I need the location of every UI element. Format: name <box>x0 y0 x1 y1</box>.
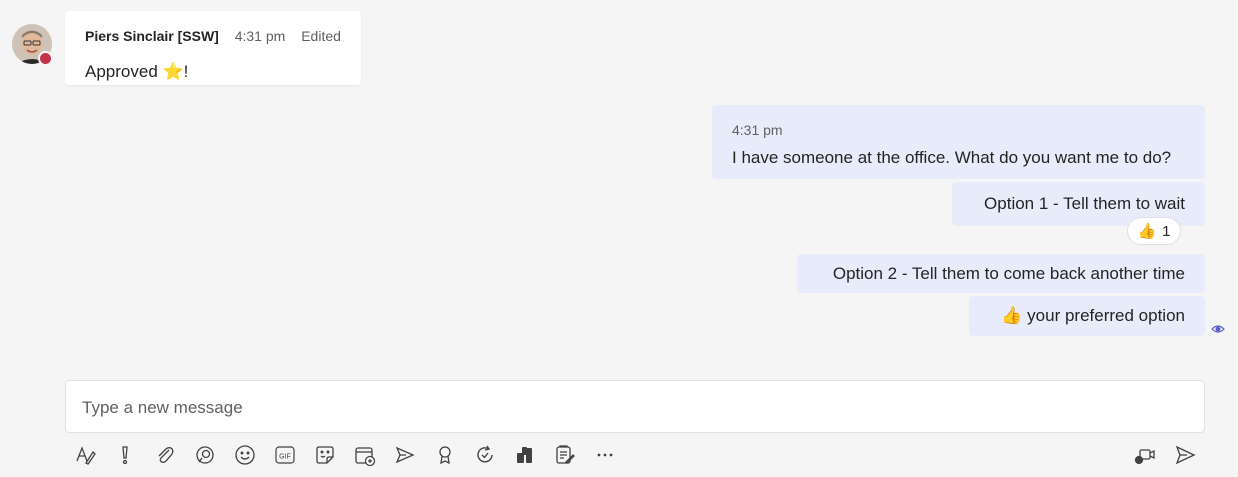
schedule-meeting-icon[interactable] <box>354 444 376 466</box>
stream-icon[interactable] <box>394 444 416 466</box>
format-icon[interactable] <box>74 444 96 466</box>
sender-name[interactable]: Piers Sinclair [SSW] <box>85 28 219 44</box>
thumbs-up-icon: 👍 <box>1137 223 1157 240</box>
gif-icon[interactable]: GIF <box>274 444 296 466</box>
message-text: Option 2 - Tell them to come back anothe… <box>832 263 1185 283</box>
svg-text:GIF: GIF <box>279 454 291 461</box>
message-text: 👍 your preferred option <box>1001 306 1185 325</box>
outgoing-message[interactable]: 👍 your preferred option <box>969 296 1205 336</box>
approvals-icon[interactable] <box>554 444 576 466</box>
outgoing-message[interactable]: 4:31 pm I have someone at the office. Wh… <box>712 105 1205 179</box>
incoming-message[interactable]: Piers Sinclair [SSW] 4:31 pm Edited Appr… <box>65 11 361 85</box>
outgoing-message[interactable]: Option 2 - Tell them to come back anothe… <box>797 254 1205 293</box>
loop-icon[interactable] <box>194 444 216 466</box>
message-meta: Piers Sinclair [SSW] 4:31 pm Edited <box>85 28 341 44</box>
message-text: I have someone at the office. What do yo… <box>732 148 1172 167</box>
important-icon[interactable] <box>114 444 136 466</box>
emoji-icon[interactable] <box>234 444 256 466</box>
message-input[interactable] <box>80 381 1184 434</box>
message-time: 4:31 pm <box>234 28 286 44</box>
send-icon[interactable] <box>1174 444 1196 466</box>
updates-icon[interactable] <box>474 444 496 466</box>
app-icon[interactable] <box>514 444 536 466</box>
edited-label: Edited <box>301 28 341 44</box>
praise-icon[interactable] <box>434 444 456 466</box>
more-icon[interactable] <box>594 444 616 466</box>
message-time: 4:31 pm <box>732 122 783 138</box>
reaction-badge[interactable]: 👍 1 <box>1127 217 1181 245</box>
busy-status-dot <box>38 51 53 66</box>
meet-now-icon[interactable] <box>1134 444 1156 466</box>
sticker-icon[interactable] <box>314 444 336 466</box>
message-text: Approved ⭐! <box>85 62 189 81</box>
seen-icon[interactable] <box>1211 322 1225 336</box>
attach-icon[interactable] <box>154 444 176 466</box>
message-composer <box>65 380 1205 434</box>
message-text: Option 1 - Tell them to wait <box>984 194 1185 213</box>
reaction-count: 1 <box>1162 222 1171 240</box>
